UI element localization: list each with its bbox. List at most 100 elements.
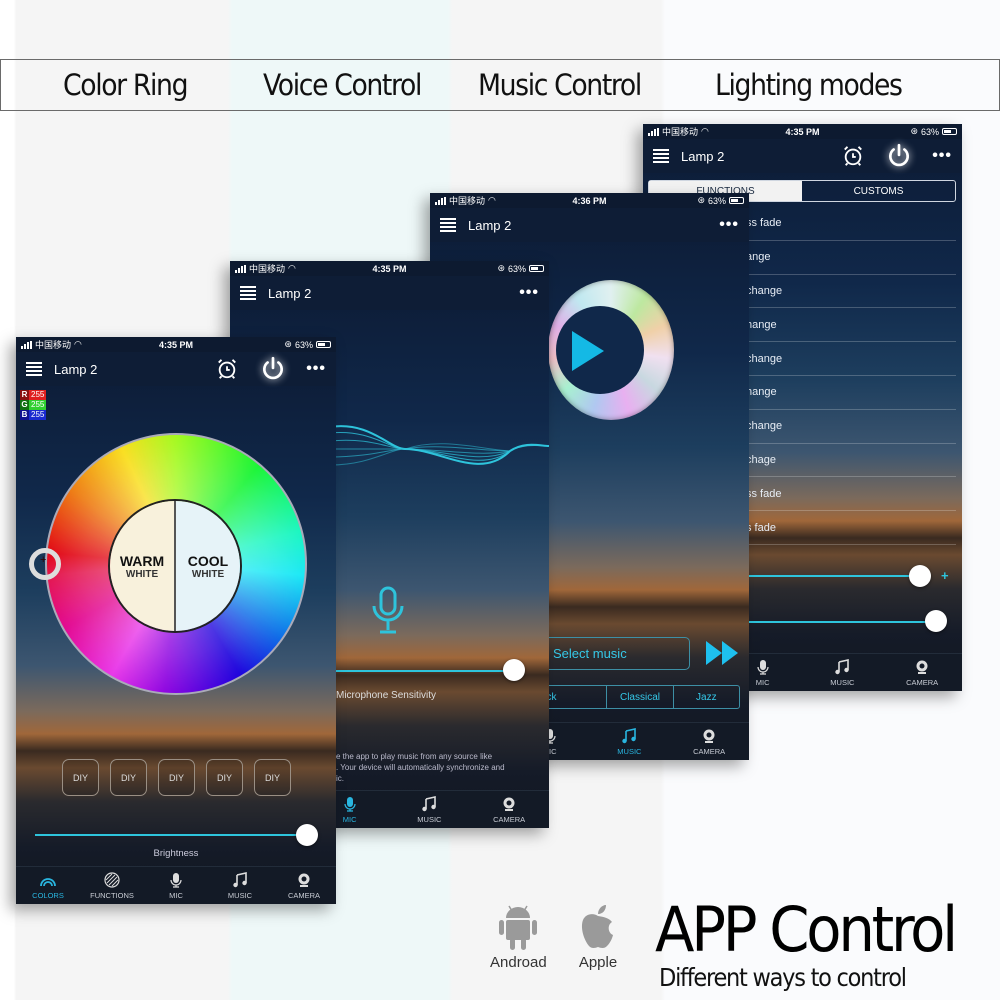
camera-icon [916, 660, 928, 674]
tab-music[interactable]: MUSIC [599, 727, 659, 756]
diy-button[interactable]: DIY [254, 759, 291, 796]
wifi-icon: ◠ [74, 339, 82, 349]
camera-icon [298, 873, 310, 887]
device-title: Lamp 2 [681, 148, 725, 164]
rgb-readout: R 255 G 255 B 255 [20, 390, 47, 420]
genre-jazz[interactable]: Jazz [672, 686, 739, 708]
select-music-button[interactable]: Select music [540, 637, 690, 670]
mode-item[interactable]: ange [738, 241, 956, 275]
voice-description: e the app to play music from any source … [336, 752, 505, 783]
diy-button[interactable]: DIY [206, 759, 243, 796]
camera-icon [503, 797, 515, 811]
mic-icon [344, 796, 356, 812]
signal-icon [21, 340, 32, 349]
phone-color-ring: 中国移动 ◠ 4:35 PM ⊛ 63% Lamp 2 ••• R 255 G 255 … [16, 337, 336, 904]
diy-button[interactable]: DIY [62, 759, 99, 796]
mode-item[interactable]: hange [738, 308, 956, 343]
mode-item[interactable]: chage [738, 444, 956, 478]
diy-presets: DIY DIY DIY DIY DIY [62, 759, 291, 796]
tab-mic[interactable]: MIC [146, 872, 206, 900]
speed-slider-thumb[interactable] [909, 565, 931, 587]
feature-voice-control: Voice Control [263, 68, 422, 102]
mode-item[interactable]: hange [738, 376, 956, 410]
mode-item[interactable]: change [738, 410, 956, 444]
signal-icon [435, 196, 446, 205]
fast-forward-icon[interactable] [706, 641, 738, 665]
tab-music[interactable]: MUSIC [210, 871, 270, 900]
functions-icon [104, 871, 120, 888]
menu-icon[interactable] [440, 218, 456, 232]
more-options-icon[interactable]: ••• [306, 361, 326, 377]
diy-button[interactable]: DIY [110, 759, 147, 796]
wifi-icon: ◠ [288, 263, 296, 273]
feature-banner: Color Ring Voice Control Music Control L… [0, 59, 1000, 111]
brightness-slider-track[interactable] [738, 621, 938, 623]
play-icon[interactable] [572, 331, 604, 371]
music-note-icon [835, 658, 850, 674]
more-options-icon[interactable]: ••• [932, 148, 952, 164]
tab-camera[interactable]: CAMERA [892, 659, 952, 687]
mode-item[interactable]: change [738, 275, 956, 309]
signal-icon [648, 127, 659, 136]
tab-functions[interactable]: FUNCTIONS [82, 871, 142, 900]
tab-music[interactable]: MUSIC [399, 795, 459, 824]
rotation-lock-icon: ⊛ [284, 339, 292, 349]
sound-wave-graphic [330, 425, 549, 466]
tab-camera[interactable]: CAMERA [274, 872, 334, 900]
sensitivity-slider-thumb[interactable] [503, 659, 525, 681]
sensitivity-slider-track[interactable] [336, 670, 516, 672]
wifi-icon: ◠ [488, 195, 496, 205]
device-title: Lamp 2 [54, 361, 98, 377]
rgb-blue: B 255 [20, 410, 47, 420]
mic-icon [757, 659, 769, 675]
apple-icon [581, 905, 613, 948]
power-icon[interactable] [886, 143, 912, 169]
speed-slider-track[interactable] [738, 575, 918, 577]
mode-item[interactable]: ss fade [738, 207, 956, 241]
rgb-green: G 255 [20, 400, 47, 410]
mode-item[interactable]: s fade [738, 511, 956, 545]
app-control-subtitle: Different ways to control [659, 963, 907, 992]
brightness-slider-track[interactable] [35, 834, 307, 836]
segment-customs[interactable]: CUSTOMS [802, 181, 955, 201]
genre-classical[interactable]: Classical [606, 686, 672, 708]
color-picker-handle[interactable] [29, 548, 61, 580]
device-title: Lamp 2 [468, 217, 512, 233]
menu-icon[interactable] [26, 362, 42, 376]
lighting-mode-list: ss fade ange change hange change hange c… [738, 207, 956, 545]
battery-icon [529, 265, 544, 272]
alarm-clock-icon[interactable] [842, 145, 864, 167]
feature-color-ring: Color Ring [63, 68, 189, 102]
more-options-icon[interactable]: ••• [719, 217, 739, 233]
app-bar: Lamp 2 ••• [16, 352, 336, 386]
diy-button[interactable]: DIY [158, 759, 195, 796]
tab-camera[interactable]: CAMERA [479, 796, 539, 824]
rgb-red: R 255 [20, 390, 47, 400]
apple-badge: Apple [576, 902, 620, 971]
brightness-slider-thumb[interactable] [296, 824, 318, 846]
app-bar: Lamp 2 ••• [643, 139, 962, 173]
rotation-lock-icon: ⊛ [697, 195, 705, 205]
microphone-icon[interactable] [370, 586, 406, 634]
mode-item[interactable]: ss fade [738, 477, 956, 512]
rainbow-icon [40, 877, 56, 886]
tab-camera[interactable]: CAMERA [679, 728, 739, 756]
feature-lighting-modes: Lighting modes [715, 68, 903, 102]
music-note-icon [622, 727, 637, 743]
menu-icon[interactable] [240, 286, 256, 300]
mic-icon [170, 872, 182, 888]
app-bar: Lamp 2 ••• [230, 276, 549, 310]
mode-item[interactable]: change [738, 342, 956, 376]
device-title: Lamp 2 [268, 285, 312, 301]
menu-icon[interactable] [653, 149, 669, 163]
tab-music[interactable]: MUSIC [812, 658, 872, 687]
rotation-lock-icon: ⊛ [497, 263, 505, 273]
power-icon[interactable] [260, 356, 286, 382]
tab-colors[interactable]: COLORS [18, 872, 78, 900]
alarm-clock-icon[interactable] [216, 358, 238, 380]
brightness-slider-thumb[interactable] [925, 610, 947, 632]
plus-icon[interactable]: + [941, 568, 949, 583]
more-options-icon[interactable]: ••• [519, 285, 539, 301]
battery-icon [942, 128, 957, 135]
wifi-icon: ◠ [701, 126, 709, 136]
